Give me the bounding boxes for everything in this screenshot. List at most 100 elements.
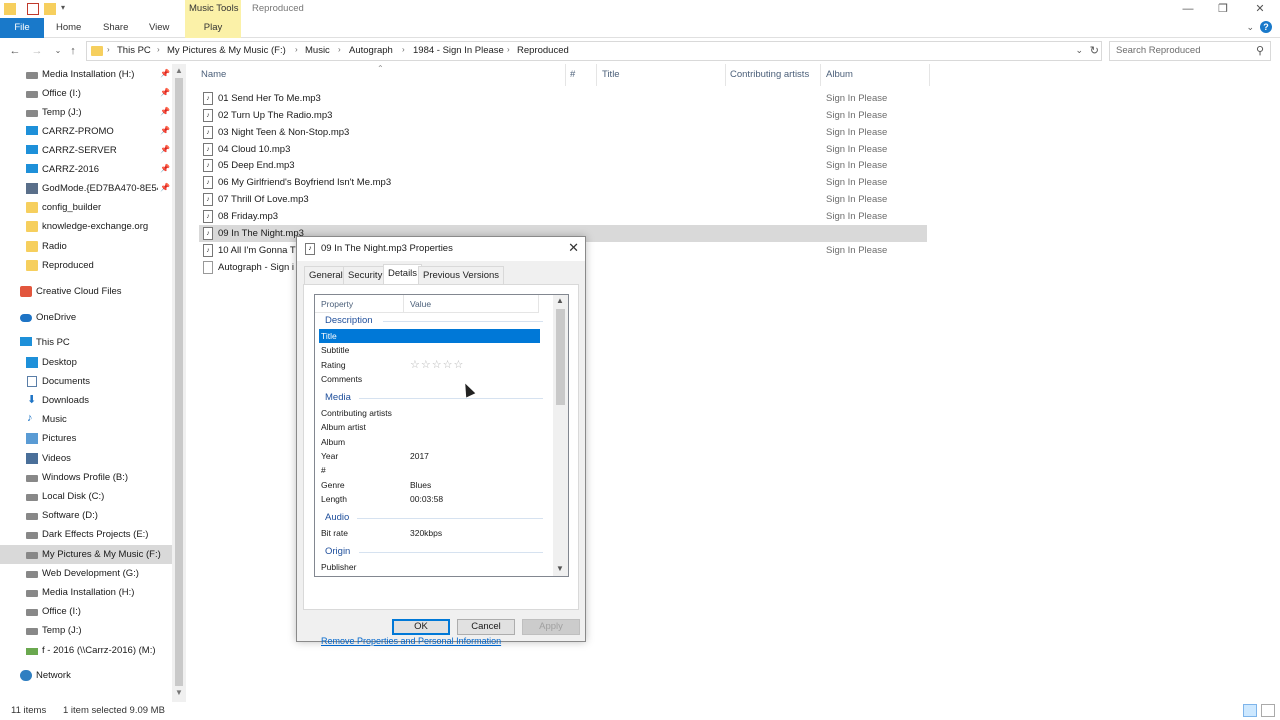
nav-item-music[interactable]: ♪ Music	[0, 410, 172, 429]
ok-button[interactable]: OK	[392, 619, 450, 635]
nav-item-office-i[interactable]: Office (I:) 📌	[0, 84, 172, 103]
property-row-rating[interactable]: Rating ☆☆☆☆☆	[319, 358, 540, 372]
property-list-scrollbar[interactable]: ▲ ▼	[553, 295, 568, 576]
property-row-album[interactable]: Album	[319, 435, 540, 449]
pin-icon[interactable]: 📌	[160, 145, 170, 154]
maximize-icon[interactable]: ❐	[1215, 2, 1231, 16]
pin-icon[interactable]: 📌	[160, 107, 170, 116]
scroll-up-icon[interactable]: ▲	[175, 66, 183, 75]
recent-locations-icon[interactable]: ⌄	[51, 44, 65, 58]
customize-toolbar-icon[interactable]: ▾	[61, 3, 73, 15]
breadcrumb-autograph[interactable]: Autograph	[349, 45, 393, 56]
file-row[interactable]: ♪ 08 Friday.mp3 Sign In Please	[199, 208, 927, 225]
tab-share[interactable]: Share	[103, 18, 128, 38]
new-folder-icon[interactable]	[44, 3, 56, 15]
scrollbar-thumb[interactable]	[556, 309, 565, 405]
property-list[interactable]: Property Value Description Title Subtitl…	[314, 294, 569, 577]
property-value[interactable]: 2017	[410, 451, 429, 461]
tab-security[interactable]: Security	[343, 266, 388, 284]
cancel-button[interactable]: Cancel	[457, 619, 515, 635]
nav-item-creative-cloud[interactable]: Creative Cloud Files	[0, 282, 172, 301]
nav-item-web-development-g[interactable]: Web Development (G:)	[0, 564, 172, 583]
property-row-year[interactable]: Year 2017	[319, 449, 540, 463]
column-header-title[interactable]: Title	[602, 69, 620, 80]
property-row-title[interactable]: Title	[319, 329, 540, 343]
property-row-length[interactable]: Length 00:03:58	[319, 492, 540, 506]
scroll-down-icon[interactable]: ▼	[175, 688, 183, 697]
property-value[interactable]: Blues	[410, 480, 431, 490]
forward-icon[interactable]: →	[30, 44, 44, 58]
rating-stars[interactable]: ☆☆☆☆☆	[410, 358, 464, 371]
nav-item-carrz-promo[interactable]: CARRZ-PROMO 📌	[0, 122, 172, 141]
property-row-genre[interactable]: Genre Blues	[319, 478, 540, 492]
property-row-bit-rate[interactable]: Bit rate 320kbps	[319, 526, 540, 540]
pin-icon[interactable]: 📌	[160, 183, 170, 192]
nav-item-this-pc[interactable]: This PC	[0, 333, 172, 352]
property-row-contributing-artists[interactable]: Contributing artists	[319, 406, 540, 420]
column-divider[interactable]	[725, 64, 726, 86]
nav-item-carrz-2016[interactable]: CARRZ-2016 📌	[0, 160, 172, 179]
column-divider[interactable]	[820, 64, 821, 86]
tab-play[interactable]: Play	[185, 18, 241, 38]
chevron-down-icon[interactable]: ⌄	[1075, 45, 1083, 56]
pin-icon[interactable]: 📌	[160, 88, 170, 97]
nav-item-office-i-2[interactable]: Office (I:)	[0, 602, 172, 621]
tab-view[interactable]: View	[149, 18, 169, 38]
back-icon[interactable]: ←	[8, 44, 22, 58]
close-icon[interactable]: ✕	[1252, 2, 1268, 16]
scroll-up-icon[interactable]: ▲	[556, 296, 564, 305]
tab-details[interactable]: Details	[383, 264, 423, 285]
file-row[interactable]: ♪ 01 Send Her To Me.mp3 Sign In Please	[199, 90, 927, 107]
scroll-down-icon[interactable]: ▼	[556, 564, 564, 573]
nav-item-local-disk-c[interactable]: Local Disk (C:)	[0, 487, 172, 506]
tab-home[interactable]: Home	[56, 18, 81, 38]
nav-item-dark-effects-e[interactable]: Dark Effects Projects (E:)	[0, 525, 172, 544]
apply-button[interactable]: Apply	[522, 619, 580, 635]
breadcrumb-this-pc[interactable]: This PC	[117, 45, 151, 56]
nav-item-downloads[interactable]: ⬇ Downloads	[0, 391, 172, 410]
expand-ribbon-icon[interactable]: ⌄	[1246, 22, 1254, 33]
file-row[interactable]: ♪ 07 Thrill Of Love.mp3 Sign In Please	[199, 191, 927, 208]
pin-icon[interactable]: 📌	[160, 126, 170, 135]
file-row[interactable]: ♪ 06 My Girlfriend's Boyfriend Isn't Me.m…	[199, 174, 927, 191]
dialog-title-bar[interactable]: ♪ 09 In The Night.mp3 Properties ✕	[297, 237, 585, 261]
column-header-album[interactable]: Album	[826, 69, 853, 80]
column-divider[interactable]	[596, 64, 597, 86]
column-header-number[interactable]: #	[570, 69, 575, 80]
nav-item-network[interactable]: Network	[0, 666, 172, 685]
nav-item-godmode[interactable]: GodMode.{ED7BA470-8E54- 📌	[0, 179, 172, 198]
nav-item-desktop[interactable]: Desktop	[0, 353, 172, 372]
remove-properties-link[interactable]: Remove Properties and Personal Informati…	[321, 636, 501, 646]
property-row-album-artist[interactable]: Album artist	[319, 420, 540, 434]
breadcrumb-album[interactable]: 1984 - Sign In Please	[413, 45, 504, 56]
help-icon[interactable]: ?	[1260, 21, 1272, 33]
nav-item-config-builder[interactable]: config_builder	[0, 198, 172, 217]
breadcrumb-drive[interactable]: My Pictures & My Music (F:)	[167, 45, 286, 56]
tab-general[interactable]: General	[304, 266, 348, 284]
breadcrumb-music[interactable]: Music	[305, 45, 330, 56]
nav-item-carrz-server[interactable]: CARRZ-SERVER 📌	[0, 141, 172, 160]
file-row[interactable]: ♪ 05 Deep End.mp3 Sign In Please	[199, 157, 927, 174]
nav-item-onedrive[interactable]: OneDrive	[0, 308, 172, 327]
pin-icon[interactable]: 📌	[160, 69, 170, 78]
nav-item-temp-j[interactable]: Temp (J:) 📌	[0, 103, 172, 122]
breadcrumb-reproduced[interactable]: Reproduced	[517, 45, 569, 56]
column-header-property[interactable]: Property	[315, 295, 404, 313]
minimize-icon[interactable]: —	[1180, 2, 1196, 16]
nav-item-media-installation-h-2[interactable]: Media Installation (H:)	[0, 583, 172, 602]
refresh-icon[interactable]: ↻	[1090, 44, 1099, 57]
nav-item-radio[interactable]: Radio	[0, 237, 172, 256]
nav-item-network-drive-m[interactable]: f - 2016 (\\Carrz-2016) (M:)	[0, 641, 172, 660]
scrollbar-thumb[interactable]	[175, 78, 183, 686]
property-row-publisher[interactable]: Publisher	[319, 560, 540, 574]
nav-item-documents[interactable]: Documents	[0, 372, 172, 391]
pin-icon[interactable]: 📌	[160, 164, 170, 173]
nav-scrollbar[interactable]: ▲ ▼	[172, 64, 186, 702]
nav-item-videos[interactable]: Videos	[0, 449, 172, 468]
property-row-comments[interactable]: Comments	[319, 372, 540, 386]
column-header-value[interactable]: Value	[404, 295, 539, 313]
file-row[interactable]: ♪ 03 Night Teen & Non-Stop.mp3 Sign In Ple…	[199, 124, 927, 141]
up-icon[interactable]: ↑	[66, 44, 80, 58]
nav-item-knowledge-exchange[interactable]: knowledge-exchange.org	[0, 217, 172, 236]
details-view-icon[interactable]	[1243, 704, 1257, 717]
